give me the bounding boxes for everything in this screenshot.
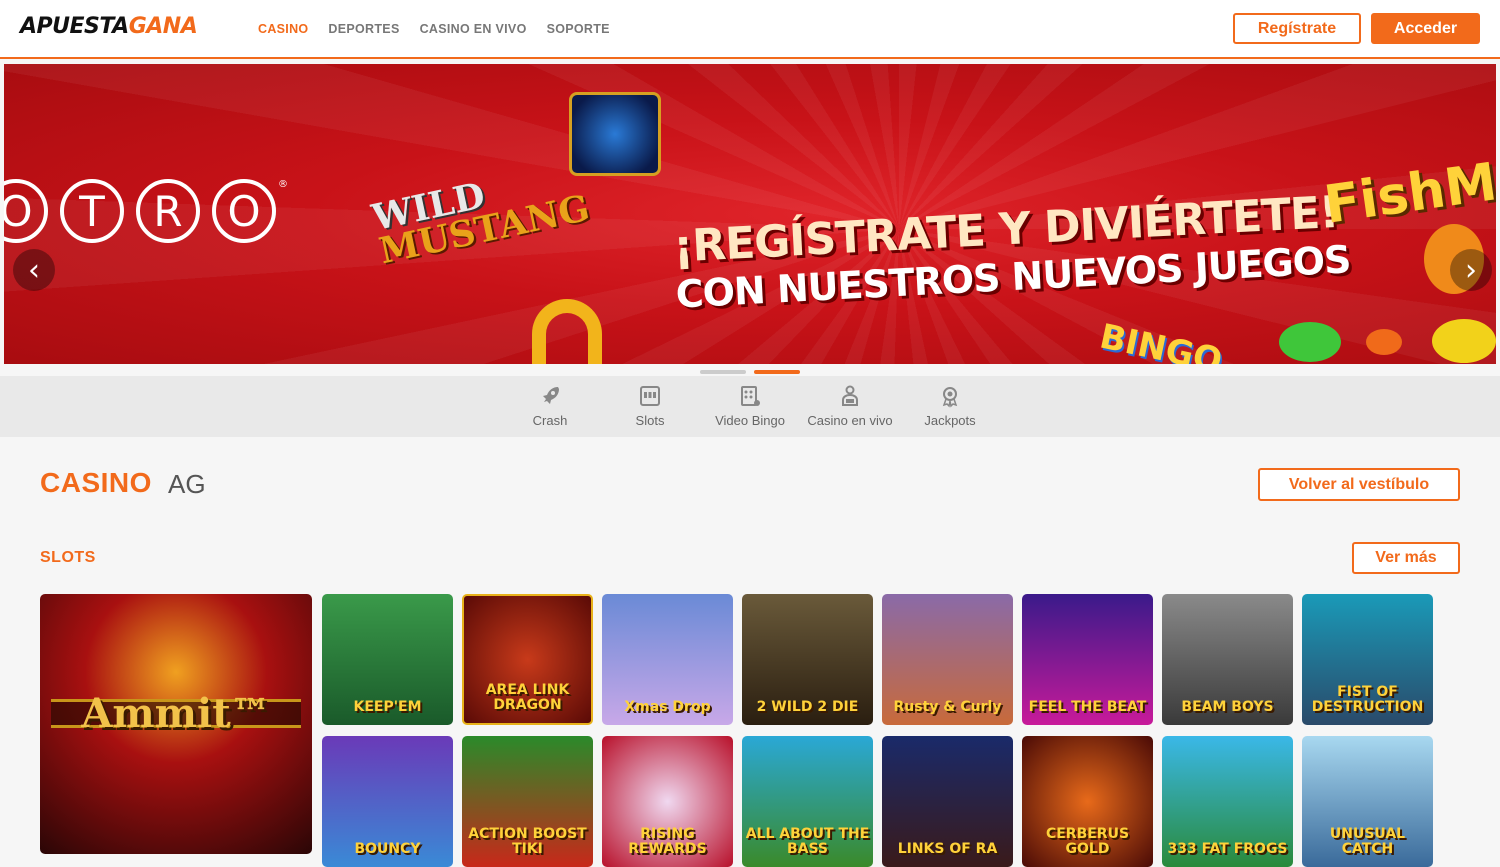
carousel-dots xyxy=(700,370,800,374)
game-title: ACTION BOOST TIKI xyxy=(468,826,587,857)
horseshoe-icon xyxy=(532,299,602,364)
game-title: Ammit™ xyxy=(51,694,301,734)
category-jackpots[interactable]: Jackpots xyxy=(900,384,1000,428)
game-tile[interactable]: ALL ABOUT THE BASS xyxy=(742,736,873,867)
game-tile[interactable]: FIST OF DESTRUCTION xyxy=(1302,594,1433,725)
game-title: Xmas Drop xyxy=(624,699,711,715)
game-title: 2 WILD 2 DIE xyxy=(756,699,859,715)
logo-text-part1: APUESTA xyxy=(20,14,129,39)
game-tile[interactable]: ACTION BOOST TIKI xyxy=(462,736,593,867)
game-tile[interactable]: RISING REWARDS xyxy=(602,736,733,867)
registered-mark: ® xyxy=(278,179,288,190)
nav-casino[interactable]: CASINO xyxy=(258,22,308,36)
banner-next-arrow-icon[interactable]: › xyxy=(1450,249,1492,291)
game-tile[interactable]: 2 WILD 2 DIE xyxy=(742,594,873,725)
bingo-card-icon xyxy=(741,386,760,406)
game-title: ALL ABOUT THE BASS xyxy=(745,826,870,857)
section-subtitle: AG xyxy=(168,469,206,499)
yellow-fish-icon xyxy=(1432,319,1496,363)
game-title: CERBERUS GOLD xyxy=(1045,826,1130,857)
banner-prev-arrow-icon[interactable]: ‹ xyxy=(13,249,55,291)
game-tile[interactable]: CERBERUS GOLD xyxy=(1022,736,1153,867)
game-title: LINKS OF RA xyxy=(897,841,998,857)
category-label: Crash xyxy=(532,413,568,428)
category-video-bingo[interactable]: Video Bingo xyxy=(700,384,800,428)
category-crash[interactable]: Crash xyxy=(500,384,600,428)
horse-game-icon xyxy=(569,92,661,176)
otro-brand-logo: O T R O ® xyxy=(4,179,288,243)
brand-letter-o2: O xyxy=(212,179,276,243)
category-bar: Crash Slots Video Bingo Casino en vivo J… xyxy=(0,376,1500,437)
live-dealer-icon xyxy=(842,385,858,406)
see-more-button[interactable]: Ver más xyxy=(1352,542,1460,574)
register-button[interactable]: Regístrate xyxy=(1233,13,1361,44)
top-header: APUESTAGANA CASINO DEPORTES CASINO EN VI… xyxy=(0,0,1500,59)
green-fish-icon xyxy=(1279,322,1341,362)
game-title: FIST OF DESTRUCTION xyxy=(1311,684,1424,715)
game-title: UNUSUAL CATCH xyxy=(1329,826,1406,857)
category-label: Casino en vivo xyxy=(807,413,893,428)
rocket-icon xyxy=(543,387,559,404)
game-tile[interactable]: KEEP'EM xyxy=(322,594,453,725)
game-tile[interactable]: FEEL THE BEAT xyxy=(1022,594,1153,725)
category-casino-en-vivo[interactable]: Casino en vivo xyxy=(800,384,900,428)
site-logo[interactable]: APUESTAGANA xyxy=(20,14,198,39)
game-tile[interactable]: AREA LINK DRAGON xyxy=(462,594,593,725)
category-label: Video Bingo xyxy=(715,413,785,428)
game-tile[interactable]: BOUNCY xyxy=(322,736,453,867)
nav-soporte[interactable]: SOPORTE xyxy=(547,22,610,36)
game-tile-featured[interactable]: Ammit™ xyxy=(40,594,312,854)
game-tile[interactable]: BEAM BOYS xyxy=(1162,594,1293,725)
game-title: AREA LINK DRAGON xyxy=(485,682,570,713)
game-tile[interactable]: 333 FAT FROGS xyxy=(1162,736,1293,867)
game-title: BEAM BOYS xyxy=(1181,699,1274,715)
game-title: RISING REWARDS xyxy=(628,826,707,857)
category-label: Slots xyxy=(635,413,665,428)
logo-text-part2: GANA xyxy=(128,14,198,39)
promo-banner[interactable]: O T R O ® WILD MUSTANG ¡REGÍSTRATE Y DIV… xyxy=(4,64,1496,364)
game-tile[interactable]: Xmas Drop xyxy=(602,594,733,725)
game-tile[interactable]: LINKS OF RA xyxy=(882,736,1013,867)
carousel-dot-1[interactable] xyxy=(700,370,746,374)
nav-casino-en-vivo[interactable]: CASINO EN VIVO xyxy=(420,22,527,36)
brand-letter-o: O xyxy=(4,179,48,243)
game-title: BOUNCY xyxy=(354,841,421,857)
carousel-dot-2[interactable] xyxy=(754,370,800,374)
slots-heading: SLOTS xyxy=(40,549,96,566)
category-slots[interactable]: Slots xyxy=(600,384,700,428)
login-button[interactable]: Acceder xyxy=(1371,13,1480,44)
slot-machine-icon xyxy=(640,386,660,406)
brand-letter-r: R xyxy=(136,179,200,243)
section-title: CASINO xyxy=(40,467,152,498)
game-title: FEEL THE BEAT xyxy=(1028,699,1147,715)
small-fish-icon xyxy=(1366,329,1402,355)
back-to-lobby-button[interactable]: Volver al vestíbulo xyxy=(1258,468,1460,501)
category-label: Jackpots xyxy=(924,413,976,428)
game-title: 333 FAT FROGS xyxy=(1167,841,1288,857)
brand-letter-t: T xyxy=(60,179,124,243)
game-tile[interactable]: Rusty & Curly xyxy=(882,594,1013,725)
game-tile[interactable]: UNUSUAL CATCH xyxy=(1302,736,1433,867)
game-title: KEEP'EM xyxy=(353,699,422,715)
game-title: Rusty & Curly xyxy=(893,699,1002,715)
jackpot-medal-icon xyxy=(942,387,958,408)
main-nav: CASINO DEPORTES CASINO EN VIVO SOPORTE xyxy=(258,22,610,36)
nav-deportes[interactable]: DEPORTES xyxy=(328,22,399,36)
